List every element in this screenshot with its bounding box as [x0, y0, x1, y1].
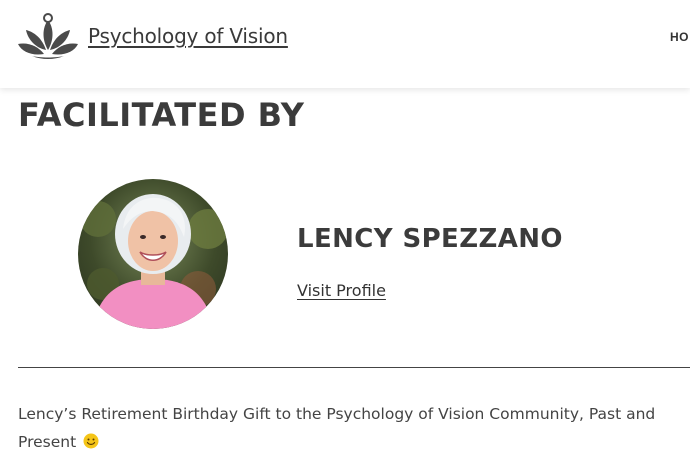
facilitator-name: LENCY SPEZZANO [297, 224, 563, 254]
nav-item-home[interactable]: HO [670, 30, 689, 44]
site-header: Psychology of Vision HO [0, 0, 690, 88]
facilitator-photo [78, 179, 228, 329]
home-logo-link[interactable]: Psychology of Vision [18, 12, 288, 60]
facilitator-avatar [78, 179, 228, 329]
divider [18, 367, 690, 368]
lotus-logo-icon [18, 13, 78, 59]
section-title: FACILITATED BY [18, 96, 305, 134]
description-text: Lency’s Retirement Birthday Gift to the … [18, 400, 690, 456]
visit-profile-link[interactable]: Visit Profile [297, 281, 386, 300]
description-body: Lency’s Retirement Birthday Gift to the … [18, 405, 656, 451]
smile-emoji-icon [83, 433, 99, 449]
site-title[interactable]: Psychology of Vision [88, 24, 288, 48]
